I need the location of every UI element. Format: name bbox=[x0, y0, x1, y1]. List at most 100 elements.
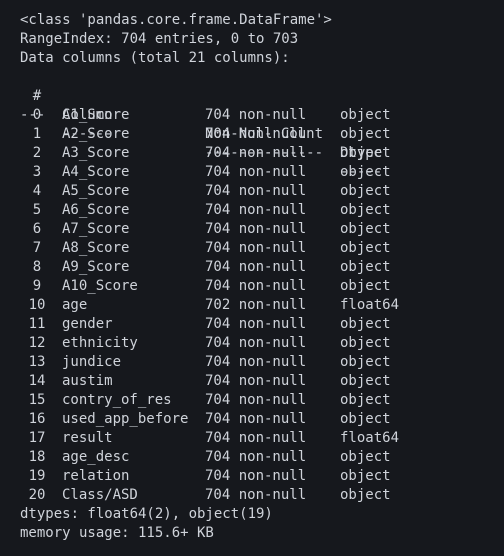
row-column-name: A6_Score bbox=[62, 202, 130, 218]
table-row: 8 A9_Score 704 non-null object bbox=[20, 258, 500, 277]
row-non-null-count: 704 non-null bbox=[205, 107, 307, 123]
row-num: 9 bbox=[32, 278, 42, 294]
row-num: 20 bbox=[28, 487, 46, 503]
table-row: 20 Class/ASD 704 non-null object bbox=[20, 486, 500, 505]
row-column-name: A8_Score bbox=[62, 240, 130, 256]
table-header-row: # Column Non-Null Count Dtype bbox=[20, 68, 500, 161]
row-dtype: object bbox=[340, 221, 391, 237]
table-row: 18 age_desc 704 non-null object bbox=[20, 448, 500, 467]
table-row: 17 result 704 non-null float64 bbox=[20, 429, 500, 448]
row-dtype: object bbox=[340, 392, 391, 408]
row-non-null-count: 704 non-null bbox=[205, 202, 307, 218]
row-num: 18 bbox=[28, 449, 46, 465]
data-columns-line: Data columns (total 21 columns): bbox=[20, 50, 290, 66]
row-dtype: object bbox=[340, 164, 391, 180]
table-row: 0 A1_Score 704 non-null object bbox=[20, 106, 500, 125]
row-column-name: austim bbox=[62, 373, 113, 389]
row-num: 7 bbox=[32, 240, 42, 256]
row-num: 11 bbox=[28, 316, 46, 332]
row-dtype: object bbox=[340, 202, 391, 218]
row-non-null-count: 704 non-null bbox=[205, 449, 307, 465]
row-non-null-count: 704 non-null bbox=[205, 487, 307, 503]
row-num: 0 bbox=[32, 107, 42, 123]
row-num: 12 bbox=[28, 335, 46, 351]
row-column-name: age_desc bbox=[62, 449, 130, 465]
row-dtype: object bbox=[340, 240, 391, 256]
table-row: 15 contry_of_res 704 non-null object bbox=[20, 391, 500, 410]
row-column-name: A3_Score bbox=[62, 145, 130, 161]
row-non-null-count: 704 non-null bbox=[205, 335, 307, 351]
memory-usage-line: memory usage: 115.6+ KB bbox=[20, 525, 214, 541]
row-dtype: object bbox=[340, 411, 391, 427]
table-body: 0 A1_Score 704 non-null object 1 A2_Score 704 … bbox=[20, 106, 500, 505]
row-num: 17 bbox=[28, 430, 46, 446]
row-dtype: object bbox=[340, 487, 391, 503]
table-row: 19 relation 704 non-null object bbox=[20, 467, 500, 486]
row-non-null-count: 704 non-null bbox=[205, 126, 307, 142]
row-non-null-count: 704 non-null bbox=[205, 164, 307, 180]
row-column-name: ethnicity bbox=[62, 335, 138, 351]
table-row: 16 used_app_before 704 non-null object bbox=[20, 410, 500, 429]
row-non-null-count: 704 non-null bbox=[205, 373, 307, 389]
row-num: 5 bbox=[32, 202, 42, 218]
row-dtype: object bbox=[340, 145, 391, 161]
row-column-name: jundice bbox=[62, 354, 122, 370]
dataframe-info-output: <class 'pandas.core.frame.DataFrame'> Ra… bbox=[20, 11, 500, 543]
table-row: 3 A4_Score 704 non-null object bbox=[20, 163, 500, 182]
row-dtype: object bbox=[340, 354, 391, 370]
range-index-line: RangeIndex: 704 entries, 0 to 703 bbox=[20, 31, 299, 47]
table-row: 9 A10_Score 704 non-null object bbox=[20, 277, 500, 296]
row-column-name: A2_Score bbox=[62, 126, 130, 142]
row-non-null-count: 704 non-null bbox=[205, 278, 307, 294]
row-num: 8 bbox=[32, 259, 42, 275]
row-column-name: used_app_before bbox=[62, 411, 189, 427]
row-non-null-count: 704 non-null bbox=[205, 183, 307, 199]
row-column-name: A1_Score bbox=[62, 107, 130, 123]
row-num: 1 bbox=[32, 126, 42, 142]
row-dtype: float64 bbox=[340, 297, 400, 313]
row-column-name: A7_Score bbox=[62, 221, 130, 237]
row-dtype: object bbox=[340, 468, 391, 484]
row-dtype: object bbox=[340, 449, 391, 465]
row-non-null-count: 704 non-null bbox=[205, 430, 307, 446]
row-dtype: float64 bbox=[340, 430, 400, 446]
row-dtype: object bbox=[340, 107, 391, 123]
row-column-name: result bbox=[62, 430, 113, 446]
row-num: 13 bbox=[28, 354, 46, 370]
row-non-null-count: 704 non-null bbox=[205, 259, 307, 275]
row-num: 3 bbox=[32, 164, 42, 180]
row-non-null-count: 704 non-null bbox=[205, 316, 307, 332]
row-dtype: object bbox=[340, 373, 391, 389]
row-column-name: A9_Score bbox=[62, 259, 130, 275]
row-column-name: A4_Score bbox=[62, 164, 130, 180]
row-num: 15 bbox=[28, 392, 46, 408]
table-divider-row: --- ------ -------------- ----- bbox=[20, 87, 500, 180]
row-dtype: object bbox=[340, 126, 391, 142]
row-column-name: contry_of_res bbox=[62, 392, 172, 408]
row-dtype: object bbox=[340, 335, 391, 351]
row-column-name: A10_Score bbox=[62, 278, 138, 294]
row-non-null-count: 704 non-null bbox=[205, 145, 307, 161]
row-non-null-count: 704 non-null bbox=[205, 411, 307, 427]
row-num: 14 bbox=[28, 373, 46, 389]
row-column-name: gender bbox=[62, 316, 113, 332]
table-row: 2 A3_Score 704 non-null object bbox=[20, 144, 500, 163]
table-row: 5 A6_Score 704 non-null object bbox=[20, 201, 500, 220]
row-dtype: object bbox=[340, 183, 391, 199]
table-row: 11 gender 704 non-null object bbox=[20, 315, 500, 334]
row-dtype: object bbox=[340, 278, 391, 294]
row-dtype: object bbox=[340, 316, 391, 332]
row-column-name: relation bbox=[62, 468, 130, 484]
table-row: 13 jundice 704 non-null object bbox=[20, 353, 500, 372]
row-num: 10 bbox=[28, 297, 46, 313]
row-column-name: age bbox=[62, 297, 88, 313]
row-column-name: A5_Score bbox=[62, 183, 130, 199]
row-num: 19 bbox=[28, 468, 46, 484]
table-row: 10 age 702 non-null float64 bbox=[20, 296, 500, 315]
row-non-null-count: 702 non-null bbox=[205, 297, 307, 313]
table-row: 1 A2_Score 704 non-null object bbox=[20, 125, 500, 144]
table-row: 7 A8_Score 704 non-null object bbox=[20, 239, 500, 258]
row-dtype: object bbox=[340, 259, 391, 275]
table-row: 12 ethnicity 704 non-null object bbox=[20, 334, 500, 353]
row-non-null-count: 704 non-null bbox=[205, 354, 307, 370]
